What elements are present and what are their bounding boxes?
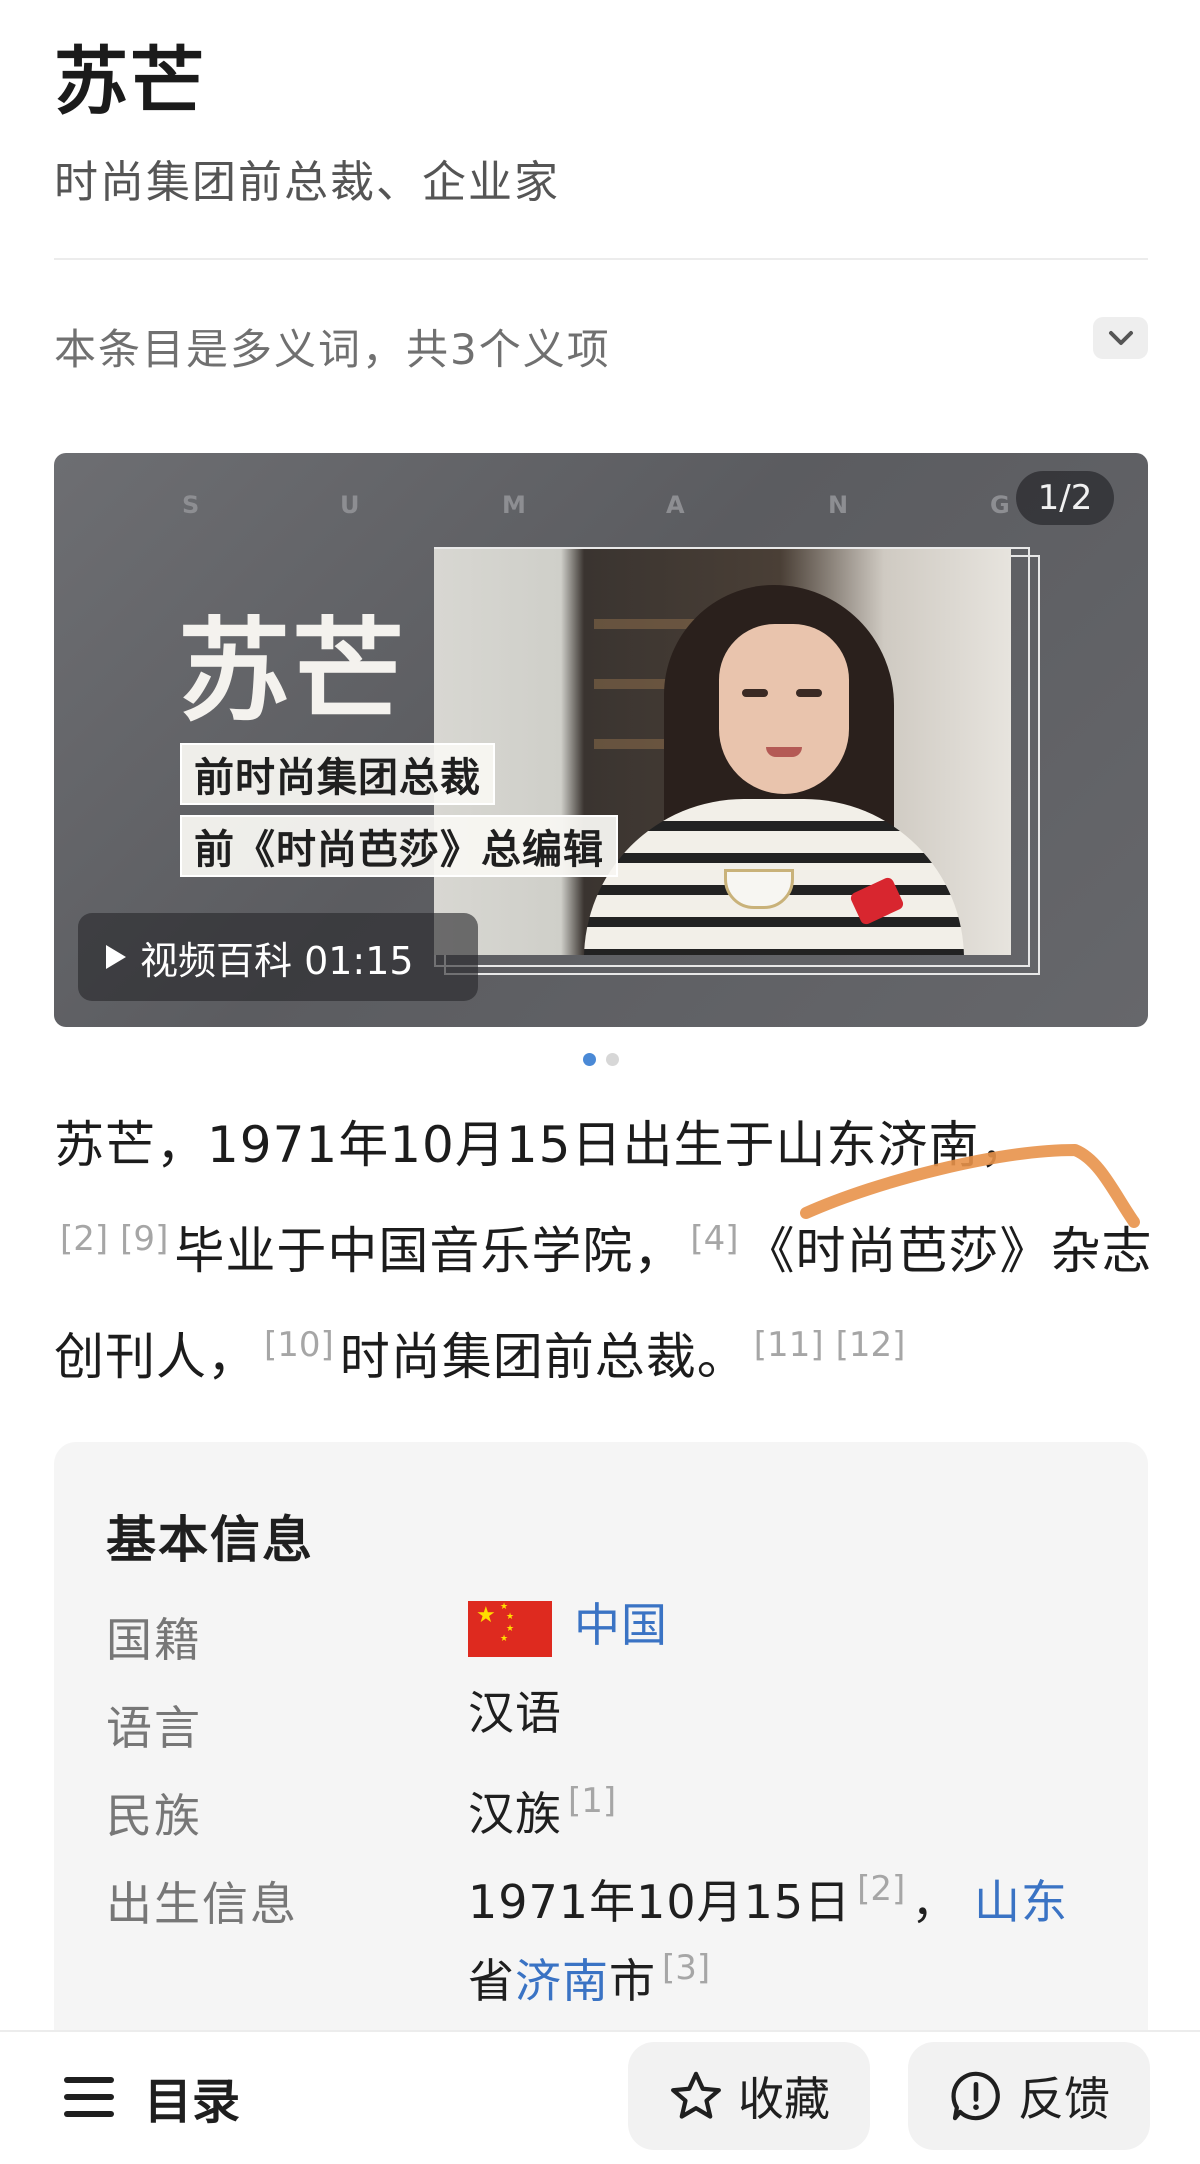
birthplace-province-link[interactable]: 山东 (974, 1875, 1068, 1929)
video-play-button[interactable]: 视频百科 01:15 (78, 913, 478, 1001)
china-flag-icon: ★ ★ ★ ★ ★ (468, 1600, 552, 1657)
banner-caption: 前《时尚芭莎》总编辑 (180, 815, 618, 877)
citation[interactable]: [4] (690, 1219, 738, 1259)
banner-letter: S (182, 491, 200, 519)
page-title: 苏芒 (54, 39, 206, 125)
banner-letters: S U M A N G (54, 491, 1148, 521)
slide-counter: 1/2 (1016, 471, 1114, 525)
citation[interactable]: [11] (754, 1325, 824, 1365)
citation[interactable]: [12] (836, 1325, 906, 1365)
banner-letter: A (666, 491, 685, 519)
citation[interactable]: [2] (857, 1869, 905, 1909)
banner-caption: 前时尚集团总裁 (180, 743, 495, 805)
info-value-nationality: ★ ★ ★ ★ ★ 中国 (468, 1592, 668, 1658)
ethnicity-text: 汉族 (468, 1787, 562, 1841)
info-label-nationality: 国籍 (106, 1613, 202, 1667)
intro-text: 苏芒，1971年10月15日出生于山东济南， (54, 1116, 1031, 1174)
page-subtitle: 时尚集团前总裁、企业家 (54, 157, 560, 208)
carousel-dot-active[interactable] (583, 1053, 596, 1066)
info-value-birth: 1971年10月15日 [2]， 山东 省济南市 [3] (468, 1856, 1088, 2014)
menu-icon (64, 2077, 114, 2117)
portrait-photo (434, 549, 1011, 955)
favorite-label: 收藏 (738, 2072, 830, 2126)
citation[interactable]: [2] (60, 1219, 108, 1259)
basic-info-card: 基本信息 国籍 ★ ★ ★ ★ ★ 中国 语言 汉语 民族 汉族 [1] 出生信息… (54, 1442, 1148, 2062)
info-value-language: 汉语 (468, 1686, 562, 1740)
video-label: 视频百科 01:15 (140, 938, 414, 983)
citation[interactable]: [10] (264, 1325, 334, 1365)
birthplace-city-link[interactable]: 济南 (515, 1954, 609, 2008)
polysemy-note[interactable]: 本条目是多义词，共3个义项 (54, 316, 611, 377)
banner-letter: U (340, 491, 360, 519)
star-icon (671, 2071, 721, 2119)
info-label-ethnicity: 民族 (106, 1789, 202, 1843)
feedback-icon (951, 2071, 1000, 2121)
intro-paragraph: 苏芒，1971年10月15日出生于山东济南， [2] [9] 毕业于中国音乐学院，[… (54, 1098, 1154, 1404)
carousel-dots (583, 1053, 619, 1066)
toc-button[interactable]: 目录 (64, 2062, 240, 2132)
play-icon (106, 945, 126, 969)
city-suffix: 市 (609, 1954, 656, 2008)
citation[interactable]: [1] (568, 1781, 616, 1821)
banner-letter: M (502, 491, 526, 519)
feedback-button[interactable]: 反馈 (908, 2042, 1150, 2150)
video-banner[interactable]: S U M A N G 1/2 苏芒 前时尚集团总裁 前《时尚芭莎》总编辑 视频… (54, 453, 1148, 1027)
province-suffix: 省 (468, 1954, 515, 2008)
nationality-link[interactable]: 中国 (574, 1598, 668, 1652)
citation[interactable]: [9] (120, 1219, 168, 1259)
feedback-label: 反馈 (1018, 2072, 1110, 2126)
info-label-language: 语言 (106, 1701, 202, 1755)
page: 苏芒 时尚集团前总裁、企业家 本条目是多义词，共3个义项 S U M A N G… (0, 0, 1200, 2164)
citation[interactable]: [3] (662, 1948, 710, 1988)
banner-letter: G (990, 491, 1010, 519)
card-title: 基本信息 (106, 1511, 314, 1569)
toc-label: 目录 (144, 2074, 241, 2130)
banner-name: 苏芒 (178, 606, 406, 737)
chevron-down-icon (1108, 331, 1133, 345)
info-value-ethnicity: 汉族 [1] (468, 1768, 622, 1847)
intro-text: 毕业于中国音乐学院， (174, 1222, 685, 1280)
carousel-dot[interactable] (606, 1053, 619, 1066)
favorite-button[interactable]: 收藏 (628, 2042, 870, 2150)
comma: ， (911, 1875, 959, 1929)
banner-letter: N (828, 491, 849, 519)
polysemy-expand-button[interactable] (1093, 317, 1148, 359)
birth-date: 1971年10月15日 (468, 1875, 852, 1929)
bottom-bar: 目录 收藏 反馈 (0, 2030, 1200, 2164)
divider (54, 258, 1148, 260)
intro-text: 时尚集团前总裁。 (339, 1328, 748, 1386)
info-label-birth: 出生信息 (106, 1877, 298, 1931)
